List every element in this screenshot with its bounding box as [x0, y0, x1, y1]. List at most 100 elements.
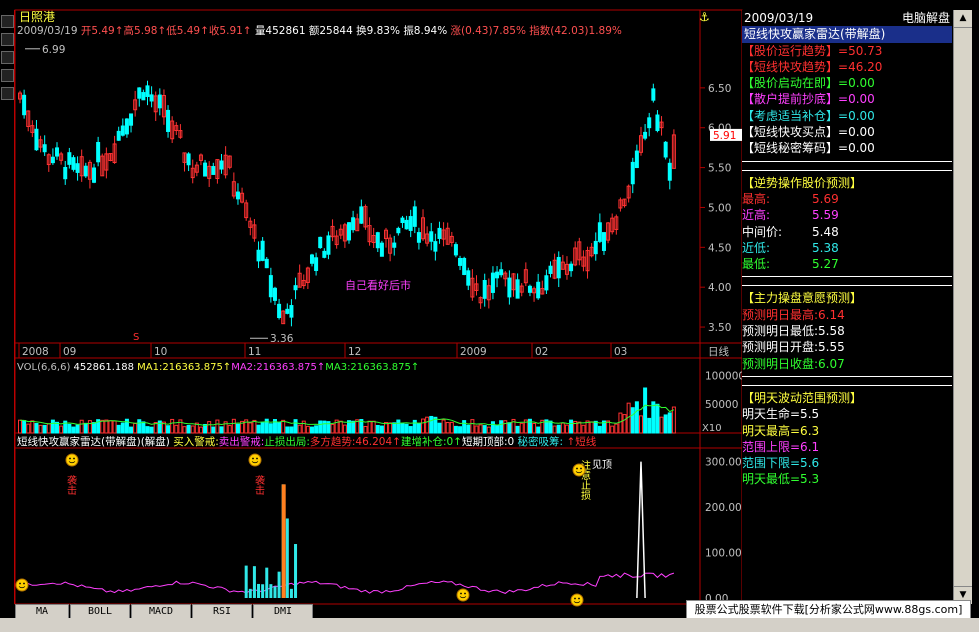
volume-bar — [610, 425, 615, 434]
sidebar-date: 2009/03/19 — [744, 11, 814, 25]
price-tick-label: 6.50 — [708, 83, 731, 95]
forecast-row: 近高: 5.59 — [742, 207, 952, 223]
price-tick-label: 5.00 — [708, 202, 731, 214]
indicator-value: =0.00 — [838, 108, 875, 123]
volume-bar — [527, 418, 532, 434]
candle-body — [211, 166, 216, 175]
scroll-up-icon[interactable]: ▲ — [954, 10, 972, 28]
tool-button[interactable] — [1, 33, 14, 46]
sidebar-range-forecast: 明天生命=5.5 明天最高=6.3 范围上限=6.1 范围下限=5.6 明天最低=5.3 — [742, 406, 952, 487]
forecast-row: 明天最高=6.3 — [742, 423, 820, 438]
tool-button[interactable] — [1, 69, 14, 82]
volume-bar — [581, 424, 586, 434]
volume-bar — [166, 425, 171, 434]
volume-bar — [552, 425, 557, 434]
indicator-bar — [257, 583, 261, 598]
forecast-row: 最高: 5.69 — [742, 191, 952, 207]
sidebar-title: 短线快攻赢家雷达(带解盘) — [742, 26, 952, 43]
anchor-icon[interactable]: ⚓ — [699, 10, 710, 24]
volume-bar — [453, 425, 458, 434]
candle-body — [71, 157, 76, 170]
volume-bar — [667, 412, 672, 434]
volume-bar — [67, 423, 72, 434]
volume-bar — [548, 420, 553, 434]
indicator-tick-label: 100.00 — [705, 548, 742, 560]
volume-bar — [556, 424, 561, 434]
volume-bar — [235, 423, 240, 434]
volume-bar — [112, 420, 117, 434]
price-header: 2009/03/19 开5.49↑高5.98↑低5.49↑收5.91↑ 量452… — [17, 24, 622, 37]
candle-body — [569, 263, 574, 272]
indicator-label: 【短线秘密筹码】 — [742, 141, 839, 156]
buy-marker-label: S — [133, 332, 139, 343]
smiley-signal-icon — [248, 453, 262, 467]
candle-body — [260, 240, 265, 261]
volume-bar — [83, 422, 88, 434]
volume-bar — [322, 420, 327, 434]
date-tick-label: 11 — [248, 346, 261, 358]
candle-body — [400, 217, 405, 223]
candle-body — [322, 250, 327, 258]
analysis-sidebar: 2009/03/19 电脑解盘 短线快攻赢家雷达(带解盘) 【股价运行趋势】=5… — [742, 10, 952, 605]
period-label: 日线 — [708, 345, 729, 358]
tab-ma[interactable]: MA — [15, 604, 69, 619]
indicator-label: 【股价运行趋势】 — [742, 43, 839, 58]
candle-body — [157, 94, 162, 109]
volume-bar — [671, 406, 676, 434]
forecast-label: 最高: — [742, 191, 771, 206]
indicator-value: =50.73 — [838, 43, 883, 58]
tab-boll[interactable]: BOLL — [70, 604, 130, 619]
volume-bar — [256, 424, 261, 434]
tab-macd[interactable]: MACD — [131, 604, 191, 619]
volume-bar — [297, 424, 302, 434]
indicator-bars — [244, 484, 298, 598]
volume-bar — [248, 422, 253, 434]
forecast-label: 中间价: — [742, 224, 783, 239]
min-price-label: 3.36 — [270, 333, 294, 345]
volume-bar — [314, 425, 319, 434]
volume-bar — [42, 424, 47, 434]
candle-body — [120, 125, 125, 136]
sidebar-indicator-row: 【股价运行趋势】=50.73 — [742, 43, 952, 59]
volume-bar — [211, 426, 216, 434]
sidebar-section-title: 【主力操盘意愿预测】 — [742, 291, 863, 306]
volume-bar — [659, 416, 664, 434]
candle-body — [351, 217, 356, 231]
volume-bar — [351, 420, 356, 434]
volume-bar — [643, 387, 648, 434]
candle-body — [141, 92, 146, 101]
candle-body — [272, 287, 277, 301]
sidebar-mode[interactable]: 电脑解盘 — [902, 10, 950, 26]
tool-button[interactable] — [1, 51, 14, 64]
tool-button[interactable] — [1, 87, 14, 100]
candle-body — [42, 144, 47, 153]
candle-body — [92, 167, 97, 183]
candle-body — [663, 141, 668, 158]
tab-dmi[interactable]: DMI — [253, 604, 313, 619]
top-label: 见顶 — [592, 459, 612, 471]
top-signal-spike — [636, 461, 646, 599]
indicator-value: =0.00 — [838, 141, 875, 156]
volume-bar — [46, 423, 51, 434]
sidebar-scrollbar[interactable]: ▲ ▼ — [953, 10, 972, 604]
volume-bar — [655, 403, 660, 434]
date-tick-label: 12 — [348, 346, 361, 358]
volume-bar — [589, 421, 594, 434]
footer-banner[interactable]: 股票公式股票软件下载[分析家公式网www.88gs.com] — [686, 600, 971, 620]
tab-rsi[interactable]: RSI — [192, 604, 252, 619]
volume-bar — [569, 419, 574, 434]
volume-bar — [445, 422, 450, 434]
candle-body — [655, 114, 660, 132]
tool-button[interactable] — [1, 15, 14, 28]
volume-bar — [137, 419, 142, 434]
volume-bar — [564, 424, 569, 434]
candle-body — [433, 241, 438, 252]
candle-body — [379, 242, 384, 257]
candle-body — [75, 163, 80, 173]
candle-body — [268, 275, 273, 298]
volume-bar — [133, 423, 138, 434]
volume-bar — [593, 420, 598, 434]
volume-bar — [507, 422, 512, 434]
sidebar-reverse-forecast: 最高: 5.69 近高: 5.59 中间价: 5.48 近低: 5.38 最低: 5.27 — [742, 191, 952, 272]
volume-bar — [474, 425, 479, 434]
